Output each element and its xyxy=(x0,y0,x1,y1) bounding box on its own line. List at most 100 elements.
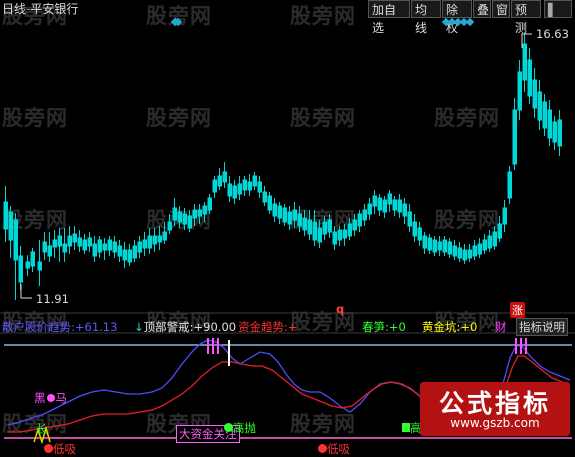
indicator-item-value: + xyxy=(287,320,298,334)
candle-body xyxy=(292,209,297,221)
indicator-item-value: +0 xyxy=(460,320,478,334)
candle-body xyxy=(57,235,62,247)
candle-body xyxy=(207,197,212,211)
candle-body xyxy=(97,239,102,253)
down-arrow-icon: ↓ xyxy=(134,320,144,334)
candle-body xyxy=(542,101,547,129)
candle-body xyxy=(242,179,247,191)
candle-body xyxy=(327,219,332,233)
candle-body xyxy=(8,211,13,241)
chart-window: 股旁网 股旁网 股旁网 股旁网 股旁网 股旁网 股旁网 股旁网 股旁网 股旁网 … xyxy=(0,0,575,456)
candle-body xyxy=(147,235,152,249)
dark-horse-label: 黑马 xyxy=(34,390,67,406)
candle-body xyxy=(347,223,352,237)
candle-body xyxy=(432,239,437,253)
candle-body xyxy=(357,213,362,227)
candle-body xyxy=(472,245,477,257)
candle-body xyxy=(67,235,72,247)
candle-body xyxy=(232,185,237,199)
indicator-item-label: 资金趋势: xyxy=(238,320,288,334)
candle-body xyxy=(287,211,292,225)
event-marker: q xyxy=(336,302,345,316)
candle-body xyxy=(30,251,35,267)
indicator-help-button[interactable]: 指标说明 xyxy=(516,318,568,336)
candle-body xyxy=(137,241,142,253)
candle-body xyxy=(87,237,92,247)
indicator-item-gold-pit: 黄金坑:+0 xyxy=(422,319,477,335)
candle-body xyxy=(262,191,267,203)
candle-body xyxy=(332,231,337,245)
candle-body xyxy=(77,237,82,247)
candle-body xyxy=(372,195,377,207)
candle-body xyxy=(257,181,262,193)
candle-body xyxy=(237,183,242,195)
indicator-item-value: +0 xyxy=(388,320,406,334)
indicator-item-value: +90.00 xyxy=(193,320,237,334)
candle-body xyxy=(362,209,367,221)
candle-body xyxy=(25,261,30,269)
candle-body xyxy=(497,223,502,239)
candle-body xyxy=(457,247,462,259)
indicator-item-label: 散户股价趋势: xyxy=(2,320,75,334)
candle-body xyxy=(337,229,342,241)
candle-body xyxy=(127,249,132,263)
candle-body xyxy=(407,211,412,227)
candle-body xyxy=(37,261,42,271)
candle-body xyxy=(122,249,127,261)
brand-url: www.gszb.com xyxy=(450,416,540,430)
candle-body xyxy=(202,205,207,215)
candle-body xyxy=(192,209,197,219)
grow-label: 长 xyxy=(36,422,48,436)
candle-body xyxy=(322,221,327,235)
candle-body xyxy=(557,119,562,147)
candle-body xyxy=(402,203,407,217)
candle-body xyxy=(367,203,372,215)
low-buy-text: 低吸 xyxy=(53,442,76,456)
candle-body xyxy=(397,199,402,213)
candle-body xyxy=(537,91,542,121)
green-flag-icon xyxy=(402,423,410,432)
candle-body xyxy=(297,213,302,227)
brand-title: 公式指标 xyxy=(438,389,551,418)
candle-body xyxy=(522,43,527,81)
candle-body xyxy=(252,175,257,187)
candle-body xyxy=(62,243,67,253)
candle-body xyxy=(507,171,512,199)
candle-body xyxy=(47,245,52,257)
candle-body xyxy=(532,79,537,109)
horse-label: 马 xyxy=(55,391,68,405)
candle-body xyxy=(412,221,417,237)
candle-body xyxy=(222,171,227,183)
candle-body xyxy=(417,227,422,241)
limit-up-badge: 涨 xyxy=(510,302,525,318)
dark-label: 黑 xyxy=(34,391,46,405)
candle-body xyxy=(482,239,487,251)
candle-body xyxy=(302,217,307,231)
red-dot-icon xyxy=(318,444,327,453)
indicator-item-label: 春笋: xyxy=(362,320,389,334)
indicator-item-label: 财 xyxy=(495,320,507,334)
low-buy-label-left: 低吸 xyxy=(44,441,76,457)
candle-body xyxy=(387,193,392,205)
candle-body xyxy=(177,211,182,223)
candle-body xyxy=(212,179,217,193)
candle-body xyxy=(82,239,87,251)
candle-body xyxy=(342,229,347,239)
candle-body xyxy=(247,181,252,191)
candle-body xyxy=(422,235,427,249)
indicator-item-retail-trend: 散户股价趋势:+61.13 xyxy=(2,319,117,335)
candle-body xyxy=(13,219,18,261)
candle-body xyxy=(312,221,317,241)
candle-body xyxy=(452,245,457,257)
low-price-label: 11.91 xyxy=(36,292,69,306)
candle-body xyxy=(52,239,57,248)
indicator-item-top-warning: ↓顶部警戒:+90.00 xyxy=(134,319,236,335)
low-buy-label: 低吸 xyxy=(318,441,350,457)
indicator-item-wealth: 财 xyxy=(495,319,507,335)
candle-body xyxy=(157,235,162,243)
candle-body xyxy=(277,205,282,219)
candle-body xyxy=(512,109,517,165)
candle-body xyxy=(447,241,452,255)
candle-body xyxy=(352,219,357,231)
candle-body xyxy=(492,231,497,247)
